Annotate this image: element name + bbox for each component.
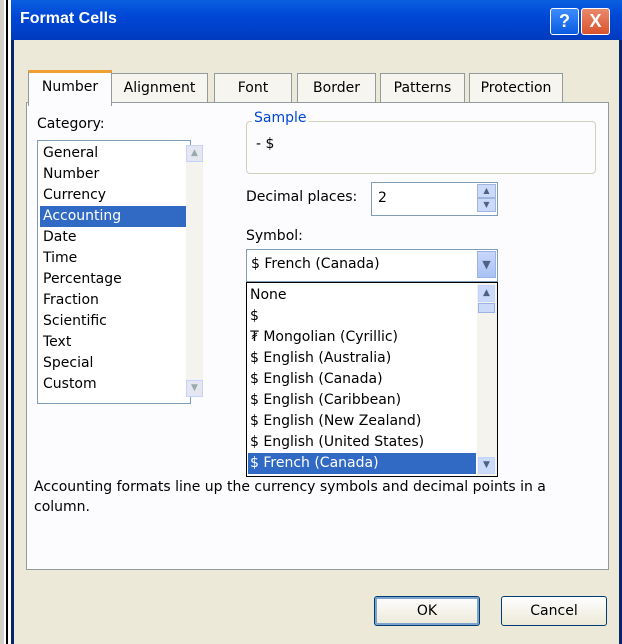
tab-number[interactable]: Number [28,70,112,106]
list-item[interactable]: $ English (New Zealand) [248,411,476,432]
close-icon: X [589,11,602,31]
scroll-up-icon[interactable]: ▲ [478,285,495,302]
tab-alignment[interactable]: Alignment [111,73,208,102]
list-item[interactable]: Scientific [40,311,187,332]
spin-buttons: ▲ ▼ [477,184,496,212]
help-button[interactable]: ? [550,8,579,35]
ok-button[interactable]: OK [374,596,480,626]
list-item[interactable]: Fraction [40,290,187,311]
spin-down-icon[interactable]: ▼ [477,198,496,212]
scroll-up-icon[interactable]: ▲ [186,145,203,162]
symbol-dropdown-list[interactable]: None $ ₮ Mongolian (Cyrillic) $ English … [246,282,498,477]
scroll-thumb[interactable] [478,303,495,313]
list-item[interactable]: $ English (Australia) [248,348,476,369]
list-item[interactable]: Percentage [40,269,187,290]
list-item-selected[interactable]: Accounting [40,206,187,227]
list-item[interactable]: Time [40,248,187,269]
scroll-down-icon[interactable]: ▼ [186,380,203,397]
category-label: Category: [37,116,105,132]
tab-label: Border [313,80,360,96]
tab-label: Patterns [393,80,452,96]
list-item[interactable]: $ English (Canada) [248,369,476,390]
chevron-down-icon[interactable]: ▼ [477,251,496,278]
decimal-places-value[interactable]: 2 [378,190,387,206]
decimal-places-label: Decimal places: [246,189,358,205]
sample-group: - $ [246,121,596,174]
list-item[interactable]: Number [40,164,187,185]
tab-label: Font [237,80,269,96]
category-list[interactable]: General Number Currency Accounting Date … [37,140,203,404]
symbol-scrollbar[interactable]: ▲ ▼ [477,283,497,476]
tab-label: Alignment [123,80,196,96]
list-item[interactable]: Text [40,332,187,353]
tab-patterns[interactable]: Patterns [380,73,465,102]
list-item[interactable]: $ English (United States) [248,432,476,453]
background-window-edge [0,0,4,644]
list-item[interactable]: $ [248,306,476,327]
tab-label: Protection [480,80,552,96]
list-item[interactable]: Custom [40,374,187,395]
list-item[interactable]: ₮ Mongolian (Cyrillic) [248,327,476,348]
list-item[interactable]: Date [40,227,187,248]
list-item[interactable]: Special [40,353,187,374]
list-item[interactable]: General [40,143,187,164]
format-cells-dialog: Format Cells ? X Number Alignment Font B… [11,0,622,644]
symbol-label: Symbol: [246,228,303,244]
sample-value: - $ [256,136,275,152]
title-bar[interactable]: Format Cells ? X [11,0,622,40]
list-item[interactable]: None [248,285,476,306]
list-item[interactable]: Currency [40,185,187,206]
category-scrollbar[interactable]: ▲ ▼ [186,145,203,397]
tab-border[interactable]: Border [297,73,376,102]
symbol-selected-value: $ French (Canada) [251,256,380,272]
cancel-button[interactable]: Cancel [501,596,607,626]
tab-label: Number [41,79,99,95]
symbol-combobox[interactable]: $ French (Canada) ▼ [246,249,498,282]
tab-font[interactable]: Font [214,73,292,102]
dialog-title: Format Cells [20,10,117,27]
spin-up-icon[interactable]: ▲ [477,184,496,198]
sample-legend: Sample [252,110,309,126]
list-item-selected[interactable]: $ French (Canada) [248,453,476,474]
decimal-places-stepper[interactable]: 2 ▲ ▼ [371,182,498,216]
background-window-border [6,0,8,644]
scroll-down-icon[interactable]: ▼ [478,457,495,474]
format-description: Accounting formats line up the currency … [34,479,546,515]
close-button[interactable]: X [581,8,610,35]
list-item[interactable]: $ English (Caribbean) [248,390,476,411]
dialog-client-area: Number Alignment Font Border Patterns Pr… [14,40,619,644]
help-icon: ? [559,11,570,31]
tab-protection[interactable]: Protection [469,73,563,102]
